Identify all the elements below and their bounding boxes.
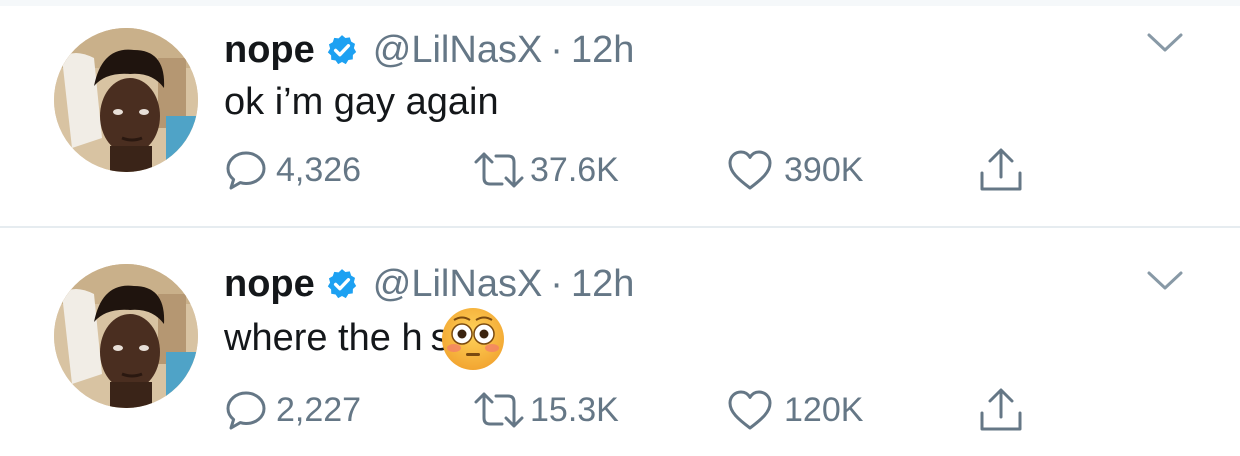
reply-count: 2,227 xyxy=(276,390,362,429)
verified-badge-icon xyxy=(327,35,356,65)
chevron-down-icon[interactable] xyxy=(1146,32,1184,54)
timestamp[interactable]: 12h xyxy=(571,263,634,306)
avatar[interactable] xyxy=(54,28,198,172)
reply-button[interactable]: 2,227 xyxy=(224,382,361,438)
like-count: 120K xyxy=(784,390,864,429)
separator-dot: · xyxy=(550,28,563,71)
avatar[interactable] xyxy=(54,264,198,408)
tweet[interactable]: nope @LilNasX · 12h where the hs at xyxy=(0,230,1240,452)
share-button[interactable] xyxy=(976,142,1026,198)
like-button[interactable]: 390K xyxy=(726,142,863,198)
verified-badge-icon xyxy=(327,269,356,299)
reply-icon xyxy=(226,391,266,430)
user-handle[interactable]: @LilNasX xyxy=(373,263,543,306)
separator-dot: · xyxy=(550,262,563,305)
retweet-count: 37.6K xyxy=(530,150,619,189)
flushed-face-emoji-icon xyxy=(442,308,504,370)
tweet-actions: 2,227 15.3K 120K xyxy=(224,382,1044,438)
tweet-header: nope @LilNasX · 12h xyxy=(224,254,634,314)
like-button[interactable]: 120K xyxy=(726,382,863,438)
user-handle[interactable]: @LilNasX xyxy=(373,29,543,72)
tweet[interactable]: nope @LilNasX · 12h ok i’m gay again 4,3… xyxy=(0,6,1240,228)
timestamp[interactable]: 12h xyxy=(571,29,634,72)
tweet-divider xyxy=(0,226,1240,228)
retweet-button[interactable]: 15.3K xyxy=(472,382,619,438)
tweet-actions: 4,326 37.6K 390K xyxy=(224,142,1044,198)
chevron-down-icon[interactable] xyxy=(1146,270,1184,292)
share-icon xyxy=(980,148,1022,191)
share-button[interactable] xyxy=(976,382,1026,438)
tweet-text: ok i’m gay again xyxy=(224,78,499,126)
display-name[interactable]: nope xyxy=(224,263,315,306)
avatar-image xyxy=(54,264,198,408)
tweet-text-body: where the h xyxy=(224,317,423,359)
reply-icon xyxy=(226,151,266,190)
tweet-text-body: ok i’m gay again xyxy=(224,81,499,123)
heart-icon xyxy=(728,390,772,430)
like-count: 390K xyxy=(784,150,864,189)
retweet-count: 15.3K xyxy=(530,390,619,429)
retweet-icon xyxy=(474,392,524,428)
reply-count: 4,326 xyxy=(276,150,362,189)
display-name[interactable]: nope xyxy=(224,29,315,72)
retweet-icon xyxy=(474,152,524,188)
heart-icon xyxy=(728,150,772,190)
reply-button[interactable]: 4,326 xyxy=(224,142,361,198)
tweet-header: nope @LilNasX · 12h xyxy=(224,20,634,80)
retweet-button[interactable]: 37.6K xyxy=(472,142,619,198)
avatar-image xyxy=(54,28,198,172)
share-icon xyxy=(980,388,1022,431)
